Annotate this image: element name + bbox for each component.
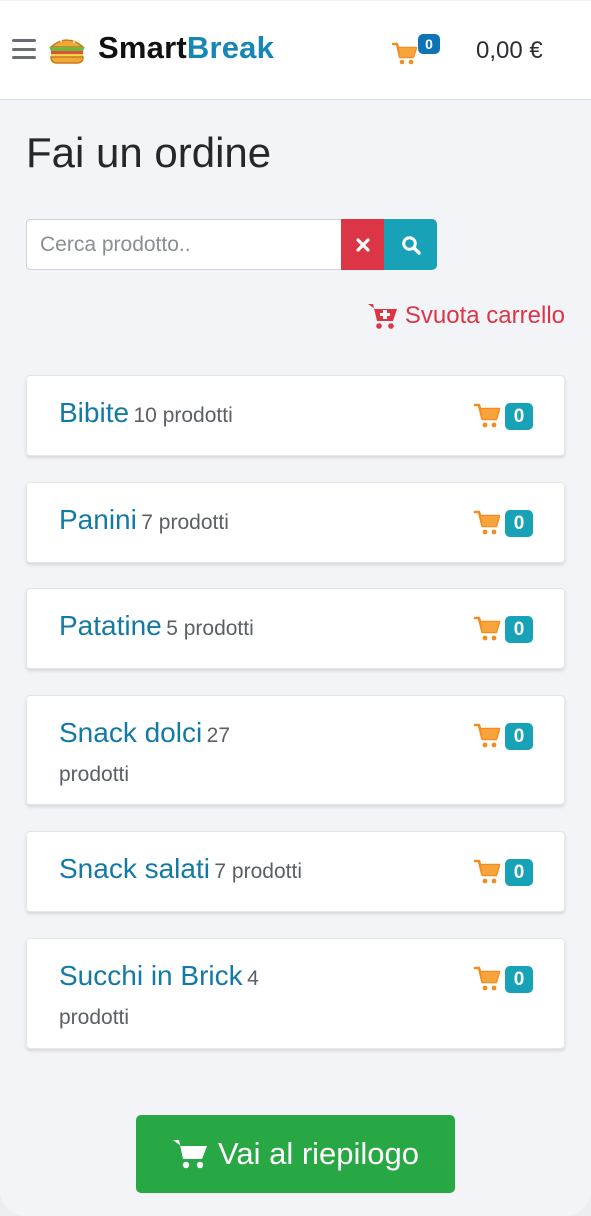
search-button[interactable] bbox=[384, 219, 437, 270]
close-icon bbox=[355, 237, 370, 252]
category-card-snack-dolci[interactable]: Snack dolci 27 prodotti 0 bbox=[26, 695, 565, 805]
empty-cart-link[interactable]: Svuota carrello bbox=[367, 300, 565, 332]
category-product-count: 10 prodotti bbox=[133, 404, 233, 427]
cart-icon bbox=[473, 856, 503, 886]
category-cart-count-badge: 0 bbox=[505, 723, 533, 750]
category-card-succhi-in-brick[interactable]: Succhi in Brick 4 prodotti 0 bbox=[26, 938, 565, 1049]
category-product-count: 7 prodotti bbox=[214, 860, 302, 883]
cart-remove-icon bbox=[367, 304, 397, 329]
brand-name[interactable]: SmartBreak bbox=[98, 29, 274, 67]
category-card-snack-salati[interactable]: Snack salati 7 prodotti 0 bbox=[26, 831, 565, 912]
category-title: Patatine 5 prodotti bbox=[59, 607, 449, 649]
category-name: Bibite bbox=[59, 397, 130, 428]
search-icon bbox=[401, 235, 421, 255]
category-name: Succhi in Brick bbox=[59, 960, 243, 991]
category-name: Patatine bbox=[59, 610, 162, 641]
cart-count-badge: 0 bbox=[418, 34, 440, 54]
category-name: Snack dolci bbox=[59, 717, 203, 748]
sandwich-logo-icon bbox=[47, 31, 87, 67]
empty-cart-label: Svuota carrello bbox=[404, 302, 565, 329]
cart-total: 0,00 € bbox=[476, 37, 543, 64]
brand-name-part1: Smart bbox=[98, 30, 187, 65]
category-title: Panini 7 prodotti bbox=[59, 501, 449, 543]
cart-icon bbox=[473, 507, 503, 537]
category-card-patatine[interactable]: Patatine 5 prodotti 0 bbox=[26, 588, 565, 669]
category-cart-count-badge: 0 bbox=[505, 403, 533, 430]
cart-icon bbox=[473, 613, 503, 643]
top-navbar: SmartBreak 0 0,00 € bbox=[0, 0, 591, 100]
app-screen: SmartBreak 0 0,00 € Fai un ordine Cerca … bbox=[0, 0, 591, 1216]
clear-search-button[interactable] bbox=[341, 219, 384, 270]
cart-icon bbox=[172, 1140, 207, 1169]
category-card-panini[interactable]: Panini 7 prodotti 0 bbox=[26, 482, 565, 563]
page-title: Fai un ordine bbox=[26, 129, 272, 176]
menu-icon[interactable] bbox=[12, 39, 36, 59]
category-title: Succhi in Brick 4 prodotti bbox=[59, 957, 299, 1038]
category-title: Bibite 10 prodotti bbox=[59, 394, 449, 436]
category-cart-count-badge: 0 bbox=[505, 859, 533, 886]
brand-name-part2: Break bbox=[186, 30, 275, 65]
cart-icon bbox=[473, 400, 503, 430]
cart-icon bbox=[473, 720, 503, 750]
category-name: Panini bbox=[59, 504, 137, 535]
category-cart-count-badge: 0 bbox=[505, 966, 533, 993]
cart-icon bbox=[473, 963, 503, 993]
search-input[interactable] bbox=[26, 219, 341, 270]
go-to-summary-button[interactable]: Vai al riepilogo bbox=[136, 1115, 455, 1193]
category-card-bibite[interactable]: Bibite 10 prodotti 0 bbox=[26, 375, 565, 456]
search-bar bbox=[26, 219, 437, 270]
category-cart-count-badge: 0 bbox=[505, 510, 533, 537]
category-name: Snack salati bbox=[59, 853, 210, 884]
category-product-count: 7 prodotti bbox=[141, 511, 229, 534]
category-title: Snack salati 7 prodotti bbox=[59, 850, 449, 892]
category-product-count: 5 prodotti bbox=[166, 617, 254, 640]
category-title: Snack dolci 27 prodotti bbox=[59, 714, 259, 795]
cart-icon[interactable] bbox=[391, 39, 419, 67]
category-cart-count-badge: 0 bbox=[505, 616, 533, 643]
go-to-summary-label: Vai al riepilogo bbox=[217, 1136, 420, 1171]
